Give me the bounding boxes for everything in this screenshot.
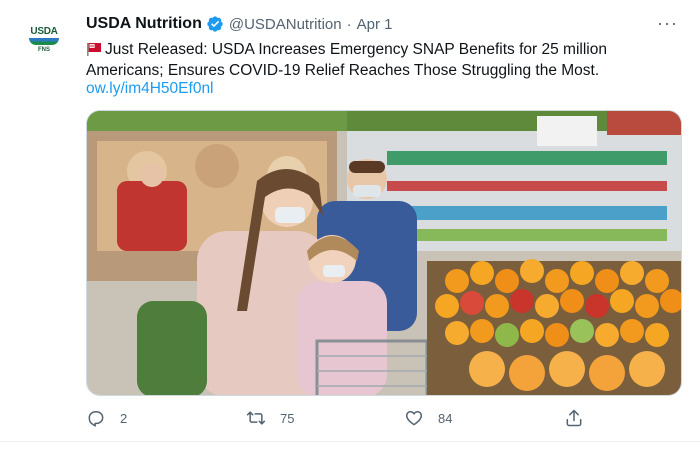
more-icon[interactable]: ··· [657, 14, 678, 32]
grocery-photo [87, 111, 681, 395]
like-count: 84 [438, 410, 453, 426]
reply-icon [88, 411, 104, 427]
avatar-logo-text: USDA [30, 26, 58, 37]
share-button[interactable] [564, 404, 584, 432]
author-name[interactable]: USDA Nutrition [86, 15, 202, 33]
verified-badge-icon [207, 16, 223, 32]
tweet-header: USDA Nutrition @USDANutrition · Apr 1 [86, 14, 392, 34]
tweet-divider [0, 441, 700, 442]
tweet-media-image[interactable] [86, 110, 682, 396]
retweet-icon [246, 411, 266, 425]
usda-logo-icon [29, 38, 59, 45]
avatar-logo-subtext: FNS [38, 47, 50, 53]
tweet[interactable]: USDA FNS USDA Nutrition @USDANutrition ·… [0, 0, 700, 460]
tweet-body: Just Released: USDA Increases Emergency … [86, 41, 607, 79]
retweet-count: 75 [280, 410, 295, 426]
reply-button[interactable]: 2 [86, 404, 127, 432]
tweet-text: Just Released: USDA Increases Emergency … [86, 39, 686, 81]
like-icon [405, 411, 423, 426]
share-icon [566, 409, 582, 427]
avatar[interactable]: USDA FNS [22, 18, 66, 62]
reply-count: 2 [120, 410, 128, 426]
tweet-link[interactable]: ow.ly/im4H50Ef0nl [86, 80, 214, 98]
flag-emoji-icon [87, 43, 101, 56]
tweet-actions: 2 75 84 [86, 404, 596, 432]
retweet-button[interactable]: 75 [246, 404, 294, 432]
separator-dot: · [346, 15, 352, 33]
tweet-date[interactable]: Apr 1 [357, 16, 393, 33]
author-handle[interactable]: @USDANutrition [229, 16, 342, 33]
like-button[interactable]: 84 [404, 404, 452, 432]
